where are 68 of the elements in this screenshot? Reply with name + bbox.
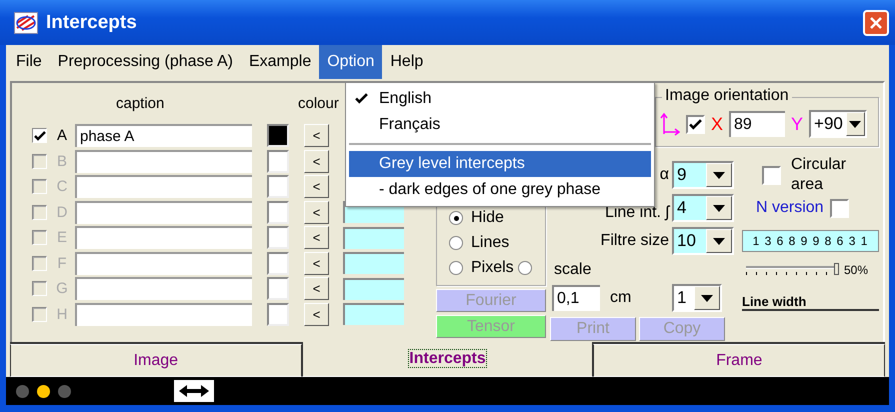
colour-swatch[interactable] [267,124,289,148]
double-arrow-icon[interactable] [179,385,209,397]
radio-button[interactable] [518,261,532,275]
phase-letter: D [56,204,68,221]
circular-area-checkbox[interactable] [762,166,781,184]
checkbox-label: Circular area [791,155,848,195]
field-label: Filtre size [600,232,670,250]
radio-label: Pixels [471,259,514,277]
line-width-select[interactable]: 1 [672,284,722,312]
phase-checkbox[interactable] [32,128,47,144]
phase-letter: F [56,254,68,272]
n-version-checkbox[interactable] [830,198,849,218]
y-label: Y [791,114,804,134]
group-title: Image orientation [662,87,792,105]
sequence-display: 1 3 6 8 9 9 8 6 3 1 [742,230,879,252]
line-int-select[interactable]: 4 [672,194,734,222]
caption-field[interactable] [75,302,252,326]
close-button[interactable] [863,10,889,36]
radio-button[interactable] [449,211,463,225]
caption-field[interactable]: phase A [75,124,252,148]
phase-letter: H [56,306,68,323]
menu-item[interactable]: File [8,45,50,79]
x-label: X [711,114,724,134]
alpha-select[interactable]: 9 [672,161,734,189]
radio-button[interactable] [449,261,463,275]
field-label: α [658,166,670,184]
caption-field[interactable] [75,226,252,250]
menu-option[interactable]: Grey level intercepts [349,151,651,177]
menu-option[interactable]: Français [349,112,651,138]
caption-field[interactable] [75,200,252,224]
column-header: colour [298,94,339,112]
menu-item[interactable]: Help [382,45,432,79]
orientation-checkbox[interactable] [686,114,705,134]
y-select[interactable]: +90 [809,110,868,138]
unit-label: cm [609,289,632,307]
axes-icon [660,112,680,136]
x-field[interactable]: 89 [729,111,786,137]
slider[interactable] [746,264,836,276]
menu-item[interactable]: Option [319,45,382,79]
phase-letter: G [55,280,69,298]
radio-label: Hide [471,209,504,227]
line-width-label: Line width [742,294,879,311]
tab[interactable]: Image [10,344,302,377]
menu-option[interactable]: English [349,86,651,112]
radio-button[interactable] [449,236,463,250]
menu-item[interactable]: Example [240,45,320,79]
field-label: Line int. ʃ [604,204,672,222]
tab[interactable]: Frame [593,344,886,377]
column-header: caption [116,94,164,112]
tab[interactable]: Intercepts [302,342,594,377]
phase-letter: E [56,229,68,246]
arrow-button[interactable]: < [304,124,329,148]
checkbox-label: N version [756,199,824,217]
caption-field[interactable] [75,252,252,275]
menu-option[interactable]: - dark edges of one grey phase [349,177,651,203]
phase-letter: C [56,178,68,196]
scale-field[interactable]: 0,1 [552,285,600,311]
field-label: scale [553,261,592,279]
menu-item[interactable]: Preprocessing (phase A) [50,45,241,79]
caption-field[interactable] [75,277,252,300]
radio-label: Lines [471,234,510,252]
window-title: Intercepts [46,12,137,34]
app-icon [14,12,38,34]
slider-reading: 50% [844,263,868,277]
filtre-size-select[interactable]: 10 [672,227,734,255]
phase-letter: A [56,127,68,144]
close-icon [869,16,883,30]
phase-letter: B [56,152,68,170]
